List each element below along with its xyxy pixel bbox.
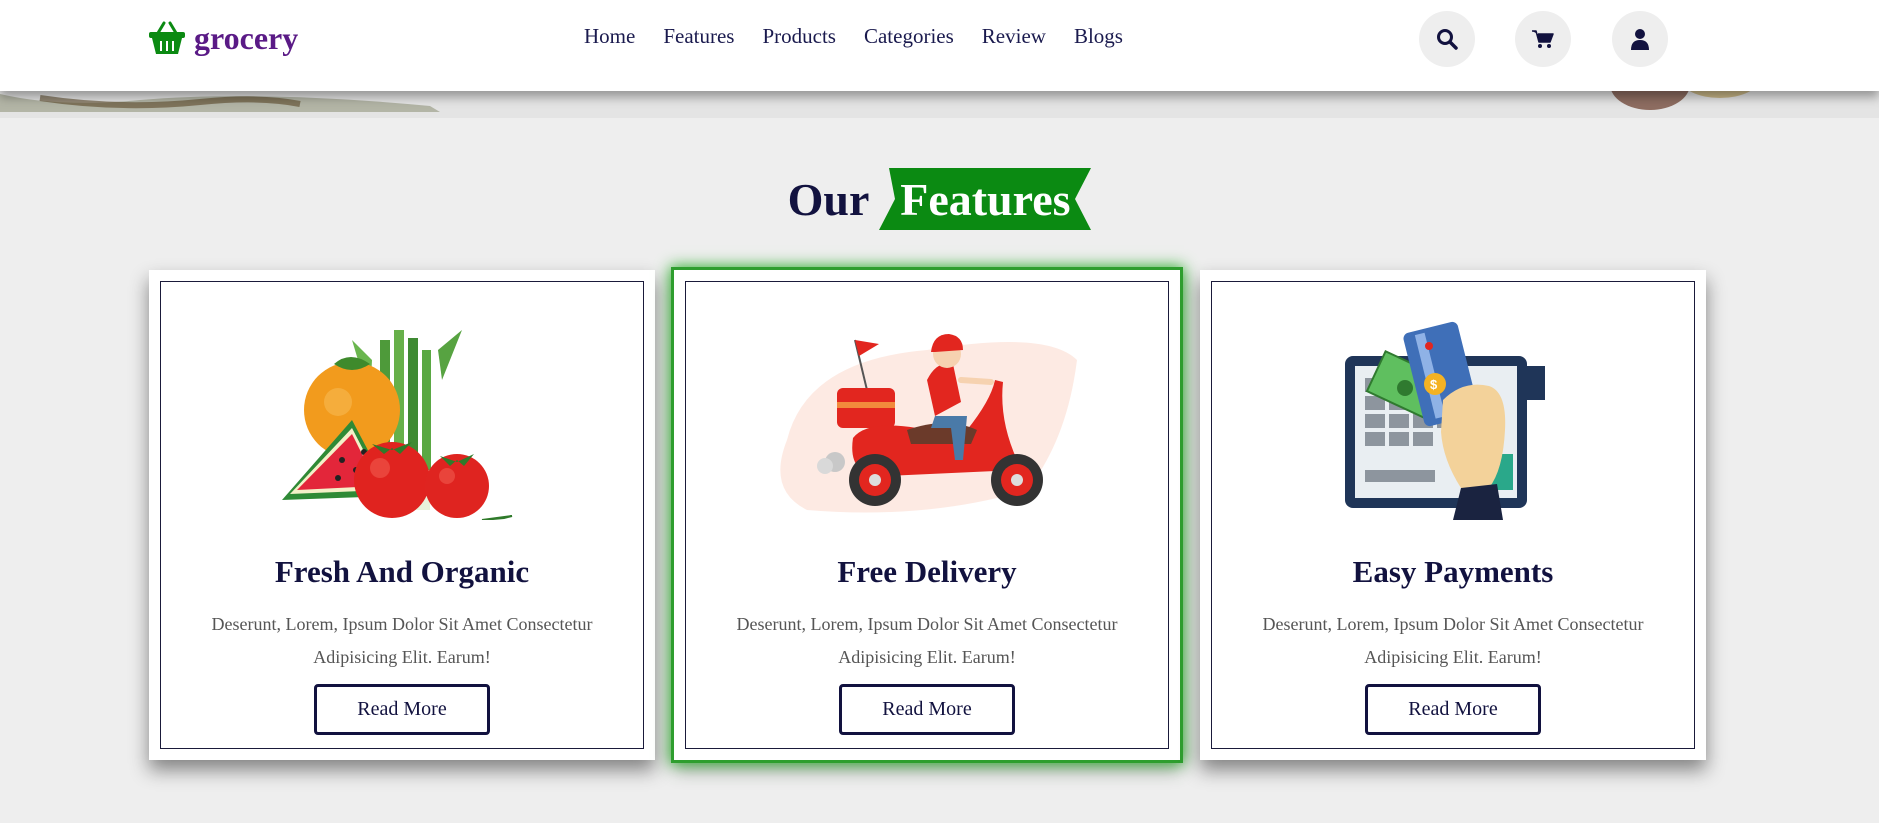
nav-products[interactable]: Products	[762, 24, 836, 54]
card-title: Fresh And Organic	[274, 554, 530, 589]
section-heading: Our Features	[0, 168, 1879, 230]
nav-features[interactable]: Features	[663, 24, 734, 54]
card-description: Deserunt, Lorem, Ipsum Dolor Sit Amet Co…	[736, 614, 1118, 667]
feature-card: Free Delivery Deserunt, Lorem, Ipsum Dol…	[674, 270, 1180, 760]
read-more-button[interactable]: Read More	[839, 684, 1015, 735]
search-icon	[1437, 29, 1458, 50]
vegetables-illustration	[282, 330, 513, 520]
heading-features: Features	[900, 173, 1071, 225]
nav-review[interactable]: Review	[982, 24, 1046, 54]
card-description: Deserunt, Lorem, Ipsum Dolor Sit Amet Co…	[211, 614, 593, 667]
feature-card: PA $ Easy Payments Deserunt, Lorem, Ipsu…	[1200, 270, 1706, 760]
nav-blogs[interactable]: Blogs	[1074, 24, 1123, 54]
card-description: Deserunt, Lorem, Ipsum Dolor Sit Amet Co…	[1262, 614, 1644, 667]
read-more-button[interactable]: Read More	[314, 684, 490, 735]
card-border: PA $ Easy Payments Deserunt, Lorem, Ipsu…	[1211, 281, 1695, 749]
cart-button[interactable]	[1515, 11, 1571, 67]
svg-text:$: $	[1430, 377, 1438, 392]
cart-icon	[1532, 30, 1554, 48]
logo-text: grocery	[194, 19, 299, 56]
site-header: grocery Home Features Products Categorie…	[0, 0, 1879, 91]
user-icon	[1631, 29, 1649, 50]
nav-categories[interactable]: Categories	[864, 24, 954, 54]
card-border: Free Delivery Deserunt, Lorem, Ipsum Dol…	[685, 281, 1169, 749]
read-more-button[interactable]: Read More	[1365, 684, 1541, 735]
card-payment-illustration: PA $	[1345, 321, 1545, 520]
heading-our: Our	[787, 173, 870, 225]
delivery-scooter-illustration	[780, 334, 1077, 513]
basket-icon	[149, 21, 185, 54]
card-title: Free Delivery	[837, 554, 1017, 589]
logo[interactable]: grocery	[148, 18, 298, 58]
main-nav: Home Features Products Categories Review…	[584, 24, 1123, 54]
card-title: Easy Payments	[1352, 554, 1554, 589]
search-button[interactable]	[1419, 11, 1475, 67]
feature-card: Fresh And Organic Deserunt, Lorem, Ipsum…	[149, 270, 655, 760]
user-button[interactable]	[1612, 11, 1668, 67]
nav-home[interactable]: Home	[584, 24, 635, 54]
card-border: Fresh And Organic Deserunt, Lorem, Ipsum…	[160, 281, 644, 749]
heading-ribbon: Features	[879, 168, 1092, 230]
